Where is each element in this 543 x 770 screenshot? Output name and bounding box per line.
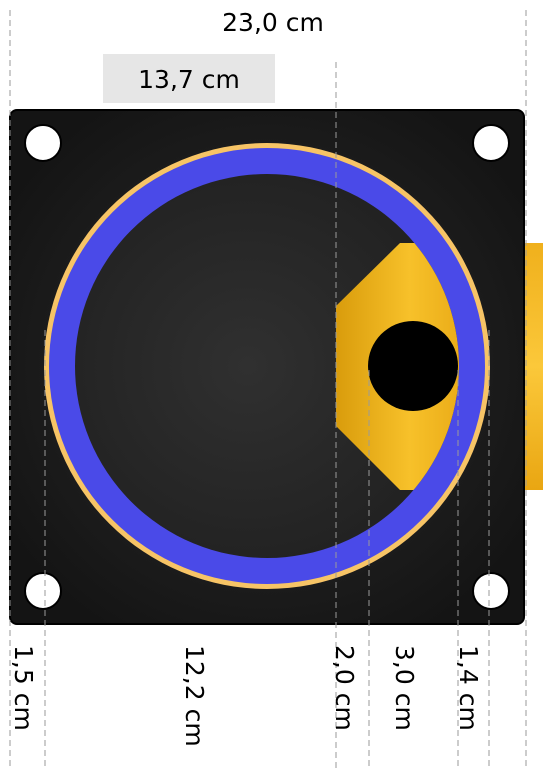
- segment-label-5: 1,4 cm: [454, 645, 483, 731]
- offset-label: 13,7 cm: [138, 65, 240, 94]
- outlet-hole: [368, 321, 458, 411]
- total-width-label: 23,0 cm: [222, 8, 324, 37]
- segment-label-2: 12,2 cm: [180, 645, 209, 747]
- segment-label-4: 3,0 cm: [390, 645, 419, 731]
- mount-hole-bottom-right: [472, 572, 510, 610]
- mount-hole-top-right: [472, 124, 510, 162]
- mount-hole-top-left: [24, 124, 62, 162]
- mount-hole-bottom-left: [24, 572, 62, 610]
- segment-label-1: 1,5 cm: [9, 645, 38, 731]
- dimension-diagram: 23,0 cm 13,7 cm 1,5 cm 12,2 cm 2,0 cm 3,…: [9, 8, 543, 770]
- segment-label-3: 2,0 cm: [330, 645, 359, 731]
